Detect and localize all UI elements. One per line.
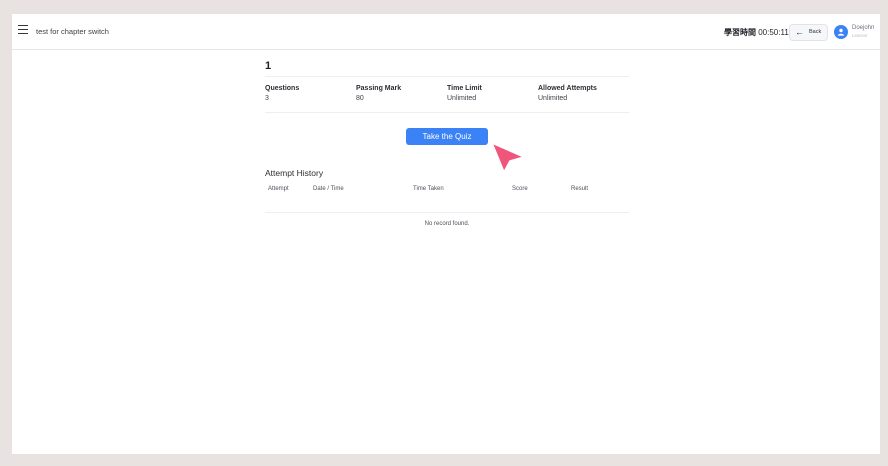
stat-questions: Questions 3 [265,85,299,102]
course-title: test for chapter switch [36,27,109,36]
stat-value: 80 [356,95,364,102]
user-name[interactable]: Doejohn [852,25,874,31]
stat-label: Questions [265,85,300,92]
quiz-title: 1 [265,60,272,72]
stat-value: 3 [265,95,269,102]
cursor-pointer-icon [491,142,525,173]
stat-allowed-attempts: Allowed Attempts Unlimited [538,85,597,102]
take-quiz-button[interactable]: Take the Quiz [406,128,488,145]
attempt-history-title: Attempt History [265,168,324,178]
empty-history-message: No record found. [424,221,470,227]
column-header-score: Score [512,186,528,192]
top-bar: test for chapter switch 學習時間 00:50:11 ← … [12,14,880,50]
back-button[interactable]: ← Back [789,24,828,41]
app-window: test for chapter switch 學習時間 00:50:11 ← … [12,14,880,454]
stat-time-limit: Time Limit Unlimited [447,85,482,102]
column-header-date-time: Date / Time [313,186,344,192]
timer-value: 00:50:11 [758,28,789,37]
stat-passing-mark: Passing Mark 80 [356,85,401,102]
stat-value: Unlimited [447,95,477,102]
study-timer: 學習時間 00:50:11 [724,27,789,38]
stat-label: Passing Mark [356,85,402,92]
back-label: Back [809,29,822,35]
menu-icon[interactable] [18,25,28,35]
user-icon [837,28,845,36]
user-role: Learner [852,33,868,38]
avatar[interactable] [834,25,848,39]
stat-label: Allowed Attempts [538,85,597,92]
column-header-attempt: Attempt [268,186,289,192]
column-header-result: Result [571,186,589,192]
timer-label: 學習時間 [724,28,756,37]
arrow-left-icon: ← [795,27,804,37]
stat-label: Time Limit [447,85,482,92]
divider [265,76,629,77]
divider [265,212,629,213]
stat-value: Unlimited [538,95,568,102]
divider [265,112,629,113]
column-header-time-taken: Time Taken [413,186,444,192]
